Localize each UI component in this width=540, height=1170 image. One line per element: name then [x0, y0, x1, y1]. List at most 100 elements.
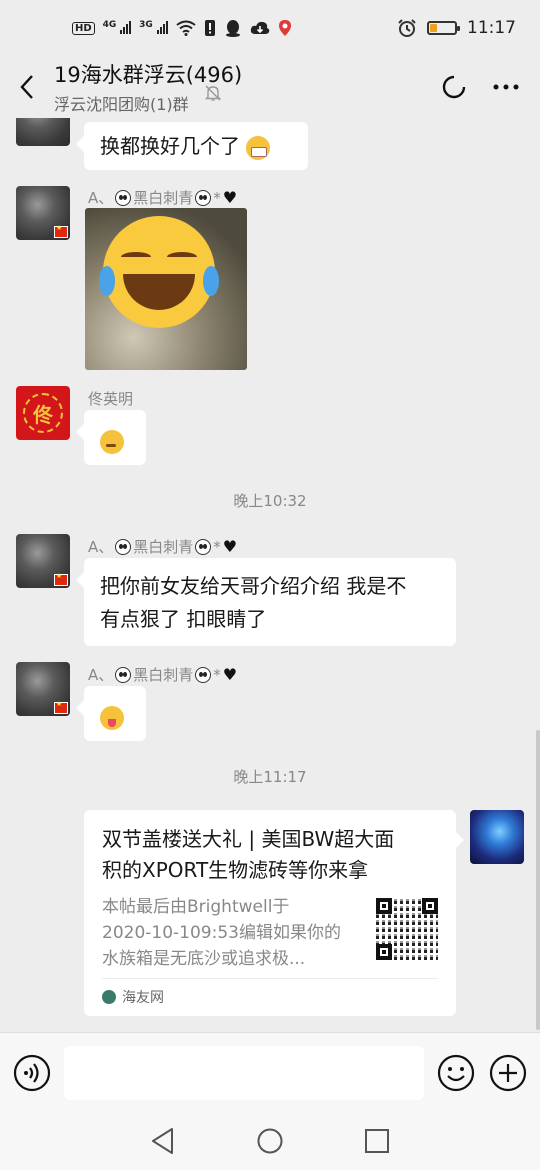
avatar-seal: 佟 [23, 393, 63, 433]
nav-home-icon[interactable] [256, 1127, 284, 1155]
wifi-icon [176, 20, 196, 36]
input-bar [0, 1032, 540, 1112]
status-left: HD 4G 3G [72, 19, 292, 37]
sender-name: 佟英明 [88, 388, 133, 409]
card-title-line: 积的XPORT生物滤砖等你来拿 [102, 858, 369, 882]
cloud-download-icon [250, 21, 269, 34]
sender-main: 黑白刺青 [133, 538, 194, 556]
avatar[interactable] [16, 534, 70, 588]
message-text-line: 有点狠了 扣眼睛了 [100, 607, 267, 631]
message-bubble[interactable] [76, 410, 146, 465]
flag-icon [54, 700, 68, 714]
chat-subtitle: 浮云沈阳团购(1)群 [54, 95, 189, 114]
more-icon [493, 84, 519, 90]
emoji-button[interactable] [436, 1053, 476, 1093]
card-body: 本帖最后由Brightwell于 2020-10-109:53编辑如果你的 水族… [102, 894, 438, 972]
emoji-icon [437, 1054, 475, 1091]
battery-fill [430, 24, 437, 32]
alarm-icon [398, 19, 416, 37]
card-source-name: 海友网 [122, 990, 164, 1006]
status-bar: HD 4G 3G 11:17 [0, 0, 540, 56]
tears-of-joy-emoji-icon [99, 216, 219, 328]
signal-icon [120, 20, 132, 34]
source-logo-icon [102, 990, 116, 1004]
heart-icon: ♥ [222, 188, 238, 207]
nav-recents-icon[interactable] [364, 1128, 390, 1154]
sender-main: 黑白刺青 [133, 666, 194, 684]
sim-alert-icon [204, 20, 215, 36]
sender-name: A、 黑白刺青 * ♥ [88, 187, 237, 208]
status-right: 11:17 [397, 18, 516, 38]
link-card[interactable]: 双节盖楼送大礼 | 美国BW超大面 积的XPORT生物滤砖等你来拿 本帖最后由B… [84, 810, 464, 1016]
panda-icon [115, 538, 132, 555]
heart-icon: ♥ [222, 665, 238, 684]
avatar-self[interactable] [470, 810, 524, 864]
panda-icon [195, 538, 212, 555]
network-3g-label: 3G [139, 19, 153, 30]
panda-icon [115, 666, 132, 683]
panda-icon [195, 666, 212, 683]
message-text: 换都换好几个了 [100, 134, 240, 158]
message-bubble[interactable]: 把你前女友给天哥介绍介绍 我是不 有点狠了 扣眼睛了 [76, 558, 456, 646]
laughing-sticker[interactable] [85, 208, 247, 370]
circle-icon [442, 75, 466, 99]
status-time: 11:17 [467, 18, 516, 38]
network-4g-label: 4G [102, 19, 117, 30]
chat-header: 19海水群浮云(496) 浮云沈阳团购(1)群 [0, 56, 540, 118]
back-button[interactable] [0, 56, 54, 118]
card-desc-line: 本帖最后由Brightwell于 [102, 897, 290, 917]
timestamp: 晚上11:17 [233, 768, 307, 786]
system-nav-bar [0, 1112, 540, 1170]
sender-name: A、 黑白刺青 * ♥ [88, 536, 237, 557]
more-button[interactable] [480, 56, 532, 118]
message-bubble[interactable] [76, 686, 146, 741]
timestamp: 晚上10:32 [233, 492, 307, 510]
subtitle-row: 浮云沈阳团购(1)群 [54, 85, 428, 115]
flag-icon [54, 224, 68, 238]
card-description: 本帖最后由Brightwell于 2020-10-109:53编辑如果你的 水族… [102, 894, 362, 972]
message-bubble[interactable]: 换都换好几个了 [76, 122, 308, 170]
panda-icon [115, 189, 132, 206]
hd-icon: HD [72, 21, 95, 35]
card-source: 海友网 [102, 978, 438, 1007]
sender-prefix: A、 [88, 189, 114, 207]
battery-icon [427, 21, 460, 35]
avatar[interactable] [16, 186, 70, 240]
card-desc-line: 2020-10-109:53编辑如果你的 [102, 923, 341, 943]
card-title: 双节盖楼送大礼 | 美国BW超大面 积的XPORT生物滤砖等你来拿 [102, 824, 438, 886]
plus-icon [489, 1054, 527, 1091]
avatar[interactable]: 佟 [16, 386, 70, 440]
scrollbar[interactable] [536, 730, 540, 1030]
mute-icon [204, 85, 221, 101]
qq-icon [225, 20, 240, 37]
network-4g-icon: 4G [103, 20, 132, 37]
heart-icon: ♥ [222, 537, 238, 556]
mini-program-button[interactable] [428, 56, 480, 118]
chat-area[interactable]: 换都换好几个了 A、 黑白刺青 * ♥ 佟 佟英明 晚上10:32 A、 黑 [0, 118, 540, 1032]
sender-suffix: * [213, 537, 221, 556]
nav-back-icon[interactable] [150, 1127, 176, 1155]
sender-suffix: * [213, 665, 221, 684]
sender-name: A、 黑白刺青 * ♥ [88, 664, 237, 685]
sender-prefix: A、 [88, 666, 114, 684]
title-row: 19海水群浮云(496) [54, 59, 428, 89]
card-title-line: 双节盖楼送大礼 | 美国BW超大面 [102, 827, 395, 851]
avatar[interactable] [16, 662, 70, 716]
tongue-emoji-icon [100, 705, 124, 730]
grimace-emoji-icon [246, 135, 271, 160]
sender-main: 佟英明 [88, 390, 134, 408]
plus-button[interactable] [488, 1053, 528, 1093]
message-input[interactable] [64, 1045, 424, 1100]
voice-icon [13, 1054, 51, 1091]
sender-suffix: * [213, 188, 221, 207]
avatar-char: 佟 [33, 402, 53, 427]
avatar[interactable] [16, 118, 70, 146]
voice-button[interactable] [12, 1053, 52, 1093]
panda-icon [195, 189, 212, 206]
flag-icon [54, 572, 68, 586]
signal-icon-2 [156, 20, 168, 34]
sender-prefix: A、 [88, 538, 114, 556]
qr-code-thumbnail [376, 898, 438, 960]
card-desc-line: 水族箱是无底沙或追求极... [102, 949, 306, 969]
message-text-line: 把你前女友给天哥介绍介绍 我是不 [100, 574, 407, 598]
